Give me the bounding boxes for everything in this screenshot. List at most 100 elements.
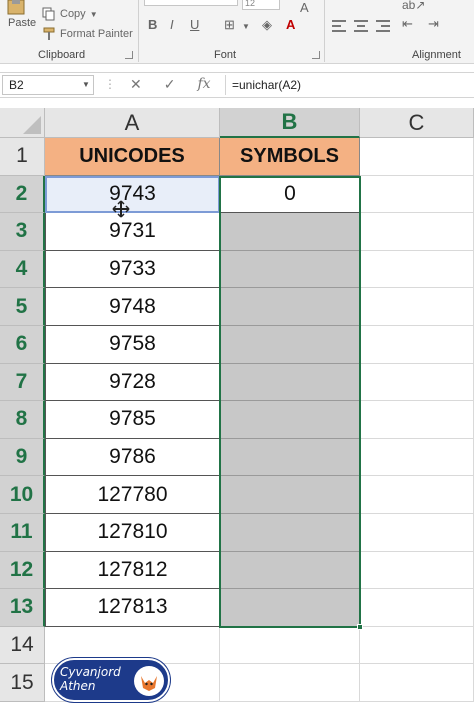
row-header-5[interactable]: 5	[0, 288, 45, 326]
cell-c15[interactable]	[360, 664, 474, 702]
cell-c2[interactable]	[360, 175, 474, 214]
cell-b12[interactable]	[220, 551, 360, 590]
italic-button[interactable]: I	[170, 17, 174, 32]
align-left-icon[interactable]	[332, 20, 346, 32]
cell-a1-header[interactable]: UNICODES	[45, 138, 220, 176]
cell-a13[interactable]: 127813	[45, 589, 220, 627]
row-header-6[interactable]: 6	[0, 326, 45, 364]
row-header-2[interactable]: 2	[0, 175, 45, 214]
cell-c10[interactable]	[360, 476, 474, 514]
cell-c9[interactable]	[360, 438, 474, 477]
clipboard-group-label: Clipboard	[38, 49, 86, 61]
cell-b3[interactable]	[220, 213, 360, 251]
cell-a5[interactable]: 9748	[45, 288, 220, 326]
insert-function-icon[interactable]: fx	[197, 76, 210, 93]
group-divider	[138, 0, 139, 62]
underline-button[interactable]: U	[190, 17, 199, 32]
cell-a8[interactable]: 9785	[45, 401, 220, 439]
row-header-7[interactable]: 7	[0, 363, 45, 402]
formula-bar: B2 ▼ ⋮ ✕ ✓ fx =unichar(A2)	[0, 72, 474, 98]
chevron-down-icon[interactable]: ▼	[82, 80, 90, 89]
column-header-b[interactable]: B	[220, 108, 360, 138]
cell-c13[interactable]	[360, 589, 474, 627]
watermark-line-2: Athen	[60, 679, 96, 693]
borders-icon[interactable]: ⊞	[224, 17, 235, 33]
font-size-dropdown[interactable]: 12	[242, 0, 280, 10]
cell-b7[interactable]	[220, 363, 360, 402]
row-header-10[interactable]: 10	[0, 476, 45, 514]
cell-b10[interactable]	[220, 476, 360, 514]
paintbrush-icon	[43, 27, 55, 40]
row-header-13[interactable]: 13	[0, 589, 45, 627]
paste-button[interactable]: Paste	[2, 0, 38, 48]
decrease-indent-icon[interactable]: ⇤	[402, 16, 413, 32]
cell-b1-header[interactable]: SYMBOLS	[220, 138, 360, 176]
row-header-8[interactable]: 8	[0, 401, 45, 439]
cell-c3[interactable]	[360, 213, 474, 251]
cell-a11[interactable]: 127810	[45, 514, 220, 552]
cell-b8[interactable]	[220, 401, 360, 439]
select-all-button[interactable]	[0, 108, 45, 138]
select-all-triangle	[23, 116, 41, 134]
row-header-12[interactable]: 12	[0, 551, 45, 590]
cancel-icon[interactable]: ✕	[130, 76, 142, 93]
cell-b4[interactable]	[220, 250, 360, 289]
align-center-icon[interactable]	[354, 20, 368, 32]
row-header-4[interactable]: 4	[0, 250, 45, 289]
cell-c5[interactable]	[360, 288, 474, 326]
row-header-14[interactable]: 14	[0, 626, 45, 665]
cell-a6[interactable]: 9758	[45, 326, 220, 364]
format-painter-label: Format Painter	[60, 28, 133, 40]
cell-b13[interactable]	[220, 589, 360, 627]
name-box[interactable]: B2	[2, 75, 94, 95]
cell-c11[interactable]	[360, 514, 474, 552]
row-header-15[interactable]: 15	[0, 664, 45, 702]
copy-button[interactable]: Copy ▼	[42, 7, 98, 21]
cell-b11[interactable]	[220, 514, 360, 552]
cell-c6[interactable]	[360, 326, 474, 364]
cell-a2[interactable]: 9743	[45, 175, 220, 214]
group-divider	[324, 0, 325, 62]
cell-a12[interactable]: 127812	[45, 551, 220, 590]
row-header-3[interactable]: 3	[0, 213, 45, 251]
cell-c4[interactable]	[360, 250, 474, 289]
cell-c1[interactable]	[360, 138, 474, 176]
cell-b6[interactable]	[220, 326, 360, 364]
cell-a7[interactable]: 9728	[45, 363, 220, 402]
cell-b14[interactable]	[220, 626, 360, 665]
clipboard-dialog-launcher[interactable]	[125, 51, 133, 59]
format-painter-button[interactable]: Format Painter	[42, 27, 133, 41]
cell-c14[interactable]	[360, 626, 474, 665]
cell-b9[interactable]	[220, 438, 360, 477]
cell-c7[interactable]	[360, 363, 474, 402]
cell-b5[interactable]	[220, 288, 360, 326]
row-header-9[interactable]: 9	[0, 438, 45, 477]
cell-a3[interactable]: 9731	[45, 213, 220, 251]
font-group-label: Font	[214, 49, 237, 61]
cell-b15[interactable]	[220, 664, 360, 702]
fill-color-icon[interactable]: ◈	[262, 17, 272, 33]
column-header-c[interactable]: C	[360, 108, 474, 138]
font-dialog-launcher[interactable]	[312, 51, 320, 59]
font-name-dropdown[interactable]	[144, 0, 238, 6]
bold-button[interactable]: B	[148, 17, 157, 32]
increase-indent-icon[interactable]: ⇥	[428, 16, 439, 32]
fill-handle[interactable]	[357, 623, 363, 630]
cell-c12[interactable]	[360, 551, 474, 590]
formula-input[interactable]: =unichar(A2)	[225, 75, 474, 95]
cell-c8[interactable]	[360, 401, 474, 439]
orientation-icon[interactable]: ab↗	[402, 0, 425, 12]
row-header-1[interactable]: 1	[0, 138, 45, 176]
row-header-11[interactable]: 11	[0, 514, 45, 552]
align-right-icon[interactable]	[376, 20, 390, 32]
clipboard-icon	[7, 0, 25, 15]
cell-b2-active[interactable]: 0	[220, 175, 360, 214]
column-header-a[interactable]: A	[45, 108, 220, 138]
cell-a10[interactable]: 127780	[45, 476, 220, 514]
font-color-icon[interactable]: A	[286, 17, 295, 32]
cell-a4[interactable]: 9733	[45, 250, 220, 289]
cell-a9[interactable]: 9786	[45, 438, 220, 477]
enter-icon[interactable]: ✓	[164, 76, 176, 93]
grow-font-icon[interactable]: A	[300, 0, 309, 15]
drag-handle-icon[interactable]: ⋮	[104, 77, 116, 91]
